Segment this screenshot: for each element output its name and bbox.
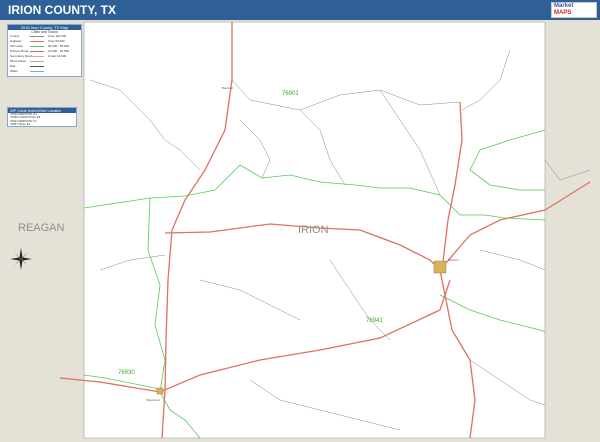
legend-swatch bbox=[30, 36, 44, 37]
county-label-irion: IRION bbox=[298, 224, 329, 236]
legend-key: Water bbox=[10, 69, 18, 73]
legend-row: Water bbox=[8, 69, 81, 74]
brand-logo: Market MAPS bbox=[551, 2, 597, 18]
brand-line2: MAPS bbox=[554, 10, 572, 16]
zip-label-76901: 76901 bbox=[282, 91, 299, 97]
legend-swatch bbox=[30, 66, 44, 67]
map-title: IRION COUNTY, TX bbox=[8, 3, 117, 17]
town-label-sherwood: Sherwood bbox=[146, 398, 160, 402]
city-sherwood[interactable] bbox=[156, 387, 164, 395]
legend-swatch bbox=[30, 41, 44, 42]
zip-label-76930: 76930 bbox=[118, 370, 135, 376]
zip-locator-row: 76957 WALL E1 bbox=[10, 123, 31, 127]
legend-swatch bbox=[30, 51, 44, 52]
title-bar: IRION COUNTY, TX Market MAPS bbox=[0, 0, 600, 20]
county-label-reagan: REAGAN bbox=[18, 222, 65, 234]
town-label-barnhart: Barnhart bbox=[222, 86, 234, 90]
city-mertzon[interactable] bbox=[433, 260, 447, 274]
brand-line1: Market bbox=[554, 3, 574, 9]
compass-rose-icon bbox=[10, 248, 32, 270]
zip-code-locator: ZIP Code Index/Grid Locator 76930 MERTZO… bbox=[7, 107, 77, 127]
legend-swatch bbox=[30, 61, 44, 62]
legend-swatch bbox=[30, 56, 44, 57]
town-label-mertzon: Mertzon bbox=[448, 258, 459, 262]
map-area[interactable]: REAGAN IRION 76901 76941 76930 Mertzon S… bbox=[0, 20, 600, 442]
zip-label-76941: 76941 bbox=[366, 318, 383, 324]
legend-swatch bbox=[30, 71, 44, 72]
legend-swatch bbox=[30, 46, 44, 47]
map-legend: 2016 Irion County, TX Map Cities and Tow… bbox=[7, 24, 82, 77]
